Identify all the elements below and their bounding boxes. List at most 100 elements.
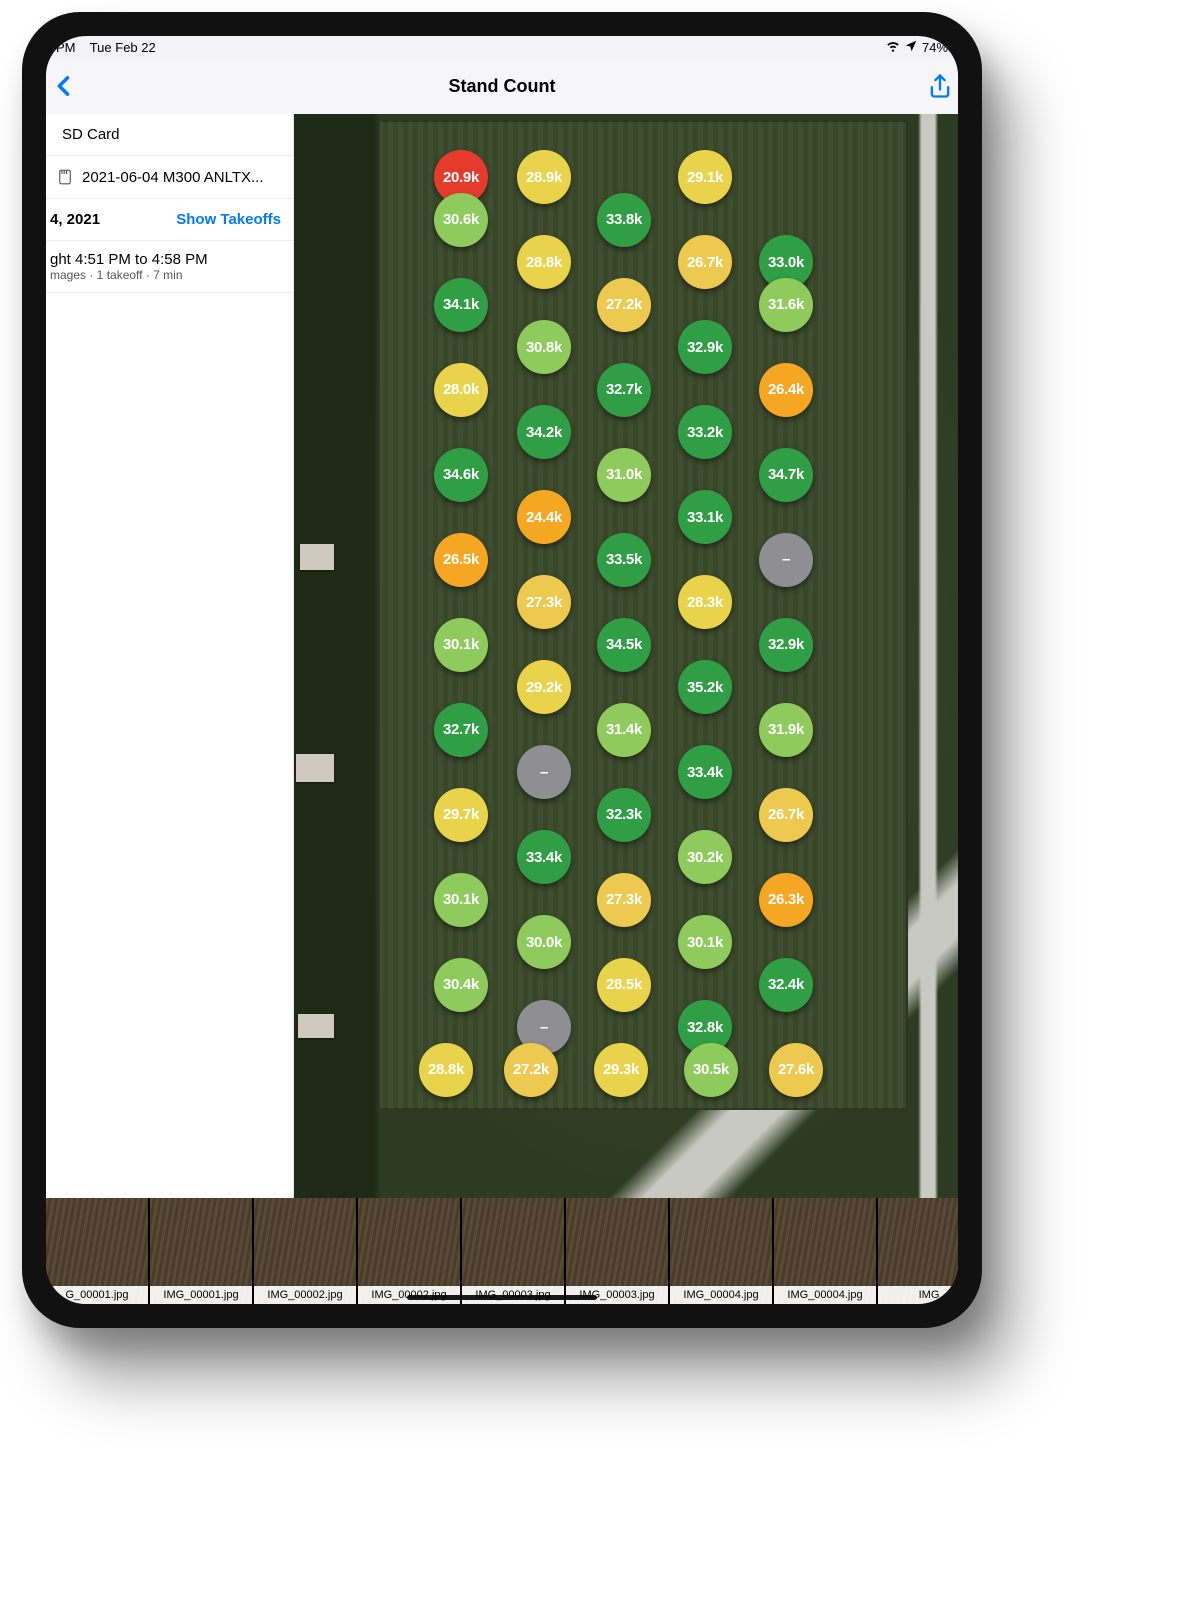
stand-count-marker[interactable]: 32.9k (678, 320, 732, 374)
marker-label: 27.3k (606, 891, 642, 908)
stand-count-marker[interactable]: 27.3k (597, 873, 651, 927)
stand-count-marker[interactable]: 26.7k (678, 235, 732, 289)
stand-count-marker[interactable]: 27.2k (597, 278, 651, 332)
house-shape (296, 754, 334, 782)
stand-count-marker[interactable]: 32.9k (759, 618, 813, 672)
marker-label: 26.3k (768, 891, 804, 908)
marker-label: 31.9k (768, 721, 804, 738)
thumbnail[interactable]: IMG_00001.jpg (150, 1198, 252, 1304)
sidebar-source-row[interactable]: 2021-06-04 M300 ANLTX... (46, 156, 293, 199)
stand-count-marker[interactable]: 32.7k (434, 703, 488, 757)
stand-count-marker[interactable]: 31.4k (597, 703, 651, 757)
thumbnail[interactable]: IMG_00004.jpg (670, 1198, 772, 1304)
marker-label: 27.2k (513, 1061, 549, 1078)
stand-count-marker[interactable]: 33.5k (597, 533, 651, 587)
stand-count-marker[interactable]: 27.2k (504, 1043, 558, 1097)
stand-count-marker[interactable]: 30.2k (678, 830, 732, 884)
stand-count-marker[interactable]: 26.7k (759, 788, 813, 842)
stand-count-marker[interactable]: 28.3k (678, 575, 732, 629)
marker-label: 32.7k (606, 381, 642, 398)
thumbnail-strip[interactable]: G_00001.jpgIMG_00001.jpgIMG_00002.jpgIMG… (46, 1198, 958, 1304)
marker-label: 27.3k (526, 594, 562, 611)
sidebar-flight-row[interactable]: ght 4:51 PM to 4:58 PM mages · 1 takeoff… (46, 241, 293, 293)
thumbnail[interactable]: IMG_00003.jpg (566, 1198, 668, 1304)
marker-label: 27.2k (606, 296, 642, 313)
tablet-frame: PM Tue Feb 22 74% Stand Count (22, 12, 982, 1328)
thumbnail[interactable]: G_00001.jpg (46, 1198, 148, 1304)
marker-label: 34.1k (443, 296, 479, 313)
stand-count-marker[interactable]: 29.2k (517, 660, 571, 714)
stand-count-marker[interactable]: 26.3k (759, 873, 813, 927)
stand-count-marker[interactable]: – (517, 745, 571, 799)
stand-count-marker[interactable]: 31.6k (759, 278, 813, 332)
stand-count-marker[interactable]: – (759, 533, 813, 587)
stand-count-marker[interactable]: 28.5k (597, 958, 651, 1012)
stand-count-marker[interactable]: 27.3k (517, 575, 571, 629)
stand-count-marker[interactable]: 33.2k (678, 405, 732, 459)
back-icon[interactable] (50, 72, 78, 100)
stand-count-marker[interactable]: 33.4k (678, 745, 732, 799)
marker-label: 34.5k (606, 636, 642, 653)
main-row: SD Card 2021-06-04 M300 ANLTX... 4, 2021… (46, 114, 958, 1198)
stand-count-marker[interactable]: 30.1k (434, 873, 488, 927)
stand-count-marker[interactable]: 28.0k (434, 363, 488, 417)
stand-count-marker[interactable]: 30.4k (434, 958, 488, 1012)
stand-count-marker[interactable]: 24.4k (517, 490, 571, 544)
stand-count-marker[interactable]: 26.4k (759, 363, 813, 417)
stand-count-marker[interactable]: 30.1k (434, 618, 488, 672)
stand-count-marker[interactable]: 26.5k (434, 533, 488, 587)
marker-label: 28.0k (443, 381, 479, 398)
share-icon[interactable] (926, 72, 954, 100)
stand-count-marker[interactable]: 30.1k (678, 915, 732, 969)
stand-count-marker[interactable]: 30.8k (517, 320, 571, 374)
thumbnail[interactable]: IMG (878, 1198, 958, 1304)
marker-label: 32.7k (443, 721, 479, 738)
stand-count-marker[interactable]: 33.4k (517, 830, 571, 884)
stand-count-marker[interactable]: 27.6k (769, 1043, 823, 1097)
house-shape (300, 544, 334, 570)
stand-count-marker[interactable]: 30.0k (517, 915, 571, 969)
stand-count-marker[interactable]: 28.8k (517, 235, 571, 289)
flight-time: ght 4:51 PM to 4:58 PM (50, 251, 283, 268)
stand-count-marker[interactable]: 34.7k (759, 448, 813, 502)
sidebar-sd-card[interactable]: SD Card (46, 114, 293, 156)
stand-count-marker[interactable]: 33.1k (678, 490, 732, 544)
stand-count-marker[interactable]: 35.2k (678, 660, 732, 714)
marker-label: 28.8k (428, 1061, 464, 1078)
stand-count-marker[interactable]: 29.3k (594, 1043, 648, 1097)
marker-label: 26.7k (768, 806, 804, 823)
marker-label: 33.0k (768, 254, 804, 271)
stand-count-marker[interactable]: 34.2k (517, 405, 571, 459)
stand-count-marker[interactable]: 29.1k (678, 150, 732, 204)
thumbnail[interactable]: IMG_00004.jpg (774, 1198, 876, 1304)
marker-label: – (540, 1019, 548, 1036)
stand-count-marker[interactable]: 32.7k (597, 363, 651, 417)
marker-label: 31.4k (606, 721, 642, 738)
thumbnail[interactable]: IMG_00003.jpg (462, 1198, 564, 1304)
stand-count-marker[interactable]: 31.9k (759, 703, 813, 757)
stand-count-marker[interactable]: 31.0k (597, 448, 651, 502)
show-takeoffs-link[interactable]: Show Takeoffs (176, 211, 281, 228)
stand-count-marker[interactable]: 30.5k (684, 1043, 738, 1097)
thumbnail[interactable]: IMG_00002.jpg (358, 1198, 460, 1304)
status-battery: 74% (922, 40, 948, 55)
map-view[interactable]: 20.9k28.9k29.1k30.6k33.8k28.8k26.7k33.0k… (294, 114, 958, 1198)
sidebar-date-row: 4, 2021 Show Takeoffs (46, 199, 293, 241)
house-shape (298, 1014, 334, 1038)
stand-count-marker[interactable]: 34.5k (597, 618, 651, 672)
marker-label: 29.3k (603, 1061, 639, 1078)
status-date: Tue Feb 22 (90, 40, 156, 55)
thumbnail[interactable]: IMG_00002.jpg (254, 1198, 356, 1304)
stand-count-marker[interactable]: 30.6k (434, 193, 488, 247)
stand-count-marker[interactable]: 34.6k (434, 448, 488, 502)
marker-label: 33.1k (687, 509, 723, 526)
stand-count-marker[interactable]: 32.3k (597, 788, 651, 842)
stand-count-marker[interactable]: 28.8k (419, 1043, 473, 1097)
stand-count-marker[interactable]: 32.4k (759, 958, 813, 1012)
stand-count-marker[interactable]: 33.8k (597, 193, 651, 247)
stand-count-marker[interactable]: 34.1k (434, 278, 488, 332)
stand-count-marker[interactable]: 29.7k (434, 788, 488, 842)
stand-count-marker[interactable]: 28.9k (517, 150, 571, 204)
marker-label: 27.6k (778, 1061, 814, 1078)
marker-label: 33.8k (606, 211, 642, 228)
